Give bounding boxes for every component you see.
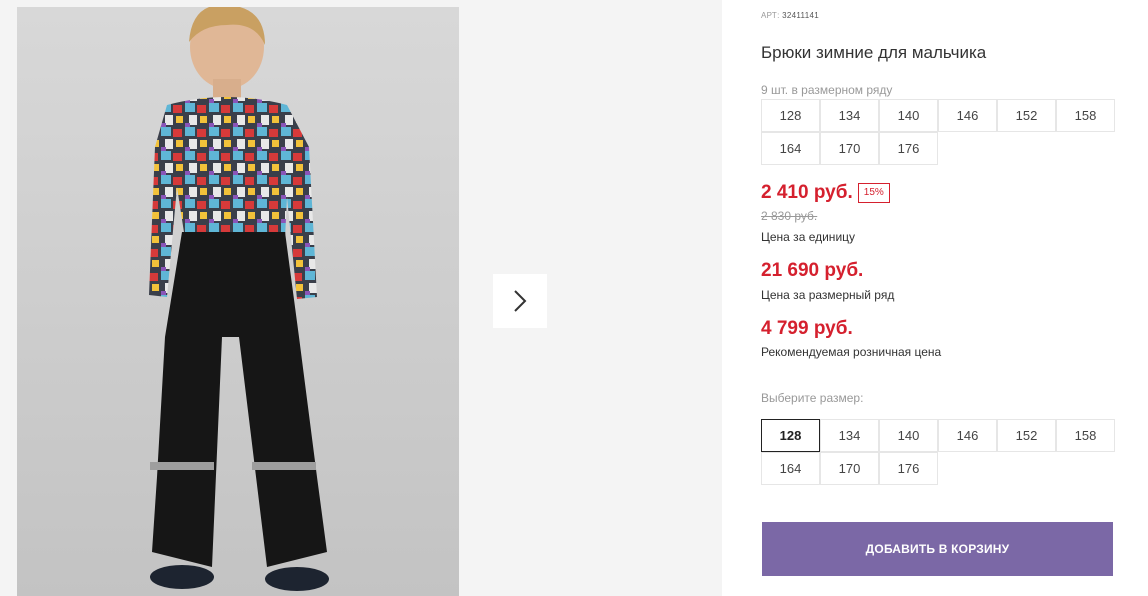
range-price-caption: Цена за размерный ряд xyxy=(761,288,895,302)
size-range-note: 9 шт. в размерном ряду xyxy=(761,83,893,97)
product-photo xyxy=(17,7,459,596)
size-option[interactable]: 176 xyxy=(879,452,938,485)
unit-price-caption: Цена за единицу xyxy=(761,230,856,244)
range-price: 21 690 руб. xyxy=(761,260,864,281)
old-price: 2 830 руб. xyxy=(761,209,818,223)
range-size-cell: 134 xyxy=(820,99,879,132)
size-option[interactable]: 170 xyxy=(820,452,879,485)
size-option[interactable]: 164 xyxy=(761,452,820,485)
unit-price: 2 410 руб. xyxy=(761,182,853,203)
range-size-cell: 146 xyxy=(938,99,997,132)
unit-price-row: 2 410 руб. 15% xyxy=(761,182,890,204)
size-option[interactable]: 134 xyxy=(820,419,879,452)
chevron-right-icon xyxy=(514,290,527,312)
product-title: Брюки зимние для мальчика xyxy=(761,43,987,62)
range-size-cell: 140 xyxy=(879,99,938,132)
retail-price: 4 799 руб. xyxy=(761,318,853,339)
sku: АРТ: 32411141 xyxy=(761,11,819,20)
retail-price-caption: Рекомендуемая розничная цена xyxy=(761,345,942,359)
size-range-grid: 128 134 140 146 152 158 164 170 176 xyxy=(761,99,1119,165)
range-size-cell: 176 xyxy=(879,132,938,165)
size-select-grid: 128 134 140 146 152 158 164 170 176 xyxy=(761,419,1119,485)
size-select-label: Выберите размер: xyxy=(761,391,864,405)
gallery-next-button[interactable] xyxy=(493,274,547,328)
product-photo-illustration xyxy=(17,7,459,596)
sku-value: 32411141 xyxy=(782,11,819,20)
size-option[interactable]: 140 xyxy=(879,419,938,452)
sku-label: АРТ: xyxy=(761,11,780,20)
size-option[interactable]: 146 xyxy=(938,419,997,452)
size-option[interactable]: 152 xyxy=(997,419,1056,452)
discount-badge: 15% xyxy=(857,183,890,203)
range-size-cell: 170 xyxy=(820,132,879,165)
range-size-cell: 158 xyxy=(1056,99,1115,132)
size-option-selected[interactable]: 128 xyxy=(761,419,820,452)
range-size-cell: 128 xyxy=(761,99,820,132)
range-size-cell: 152 xyxy=(997,99,1056,132)
add-to-cart-button[interactable]: ДОБАВИТЬ В КОРЗИНУ xyxy=(762,522,1113,576)
product-gallery xyxy=(0,0,722,596)
size-option[interactable]: 158 xyxy=(1056,419,1115,452)
range-size-cell: 164 xyxy=(761,132,820,165)
